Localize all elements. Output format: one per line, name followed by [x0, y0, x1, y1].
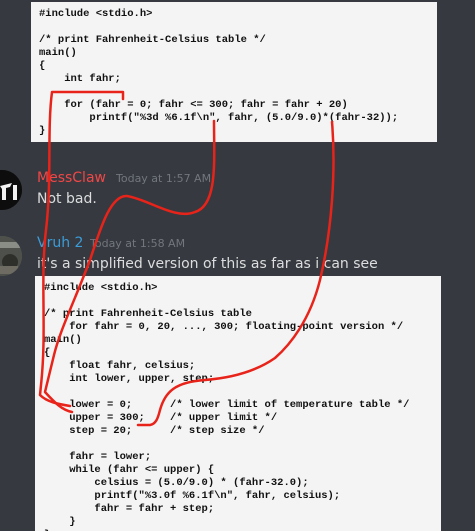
code-line: printf("%3d %6.1f\n", fahr, (5.0/9.0)*(f… — [39, 112, 399, 124]
avatar-vruh[interactable] — [0, 236, 22, 276]
code-line: step = 20; /* step size */ — [44, 425, 265, 437]
code-line: int fahr; — [39, 73, 121, 85]
username-messclaw[interactable]: MessClaw — [37, 170, 106, 186]
code-line: /* print Fahrenheit-Celsius table */ — [39, 34, 266, 46]
code-snippet-bottom: #include <stdio.h> /* print Fahrenheit-Ce… — [35, 276, 441, 531]
code-line: for fahr = 0, 20, ..., 300; floating-poi… — [44, 321, 404, 333]
code-line: lower = 0; /* lower limit of temperature… — [44, 399, 410, 411]
message-timestamp: Today at 1:57 AM — [116, 172, 212, 185]
code-line: int lower, upper, step; — [44, 373, 215, 385]
code-line: } — [44, 516, 76, 528]
code-line: for (fahr = 0; fahr <= 300; fahr = fahr … — [39, 99, 348, 111]
code-line: float fahr, celsius; — [44, 360, 196, 372]
code-line: while (fahr <= upper) { — [44, 464, 215, 476]
code-line: /* print Fahrenheit-Celsius table — [44, 308, 252, 320]
avatar-messclaw[interactable] — [0, 170, 22, 210]
message-timestamp: Today at 1:58 AM — [90, 237, 186, 250]
username-vruh[interactable]: Vruh 2 — [37, 235, 83, 251]
code-line: main() — [39, 47, 77, 59]
code-snippet-top: #include <stdio.h> /* print Fahrenheit-Ce… — [31, 2, 437, 142]
code-line: { — [44, 347, 51, 359]
message-text: Not bad. — [37, 191, 97, 207]
avatar-photo-icon — [0, 236, 22, 276]
code-line: printf("%3.0f %6.1f\n", fahr, celsius); — [44, 490, 341, 502]
code-line: } — [39, 125, 46, 137]
code-line: fahr = lower; — [44, 451, 152, 463]
code-line: celsius = (5.0/9.0) * (fahr-32.0); — [44, 477, 309, 489]
code-line: #include <stdio.h> — [39, 8, 153, 20]
code-line: upper = 300; /* upper limit */ — [44, 412, 278, 424]
code-line: main() — [44, 334, 82, 346]
message-text: it's a simplified version of this as far… — [37, 256, 378, 272]
code-line: fahr = fahr + step; — [44, 503, 215, 515]
code-line: #include <stdio.h> — [44, 282, 158, 294]
avatar-logo-icon — [0, 170, 22, 210]
code-line: { — [39, 60, 46, 72]
